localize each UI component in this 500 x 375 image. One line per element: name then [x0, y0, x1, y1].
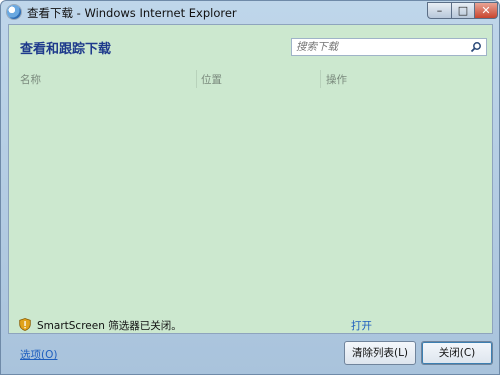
downloads-list — [11, 90, 490, 312]
close-window-button[interactable]: ✕ — [474, 2, 498, 19]
search-icon[interactable] — [470, 41, 482, 53]
ie-app-icon — [7, 5, 21, 19]
downloads-panel: 查看和跟踪下载 名称 位置 操作 SmartScreen 筛选器已关闭。 打开 — [8, 24, 493, 334]
shield-warning-icon — [19, 318, 31, 331]
close-button[interactable]: 关闭(C) — [421, 341, 493, 365]
smartscreen-turn-on-link[interactable]: 打开 — [351, 318, 372, 333]
column-header-name[interactable]: 名称 — [20, 72, 41, 87]
smartscreen-notice: SmartScreen 筛选器已关闭。 打开 — [19, 317, 479, 333]
clear-list-button[interactable]: 清除列表(L) — [344, 341, 416, 365]
column-divider — [320, 70, 321, 88]
window-title: 查看下载 - Windows Internet Explorer — [27, 6, 237, 20]
maximize-button[interactable]: □ — [451, 2, 475, 19]
column-header-location[interactable]: 位置 — [201, 72, 222, 87]
column-header-actions[interactable]: 操作 — [326, 72, 347, 87]
options-link[interactable]: 选项(O) — [20, 347, 57, 362]
page-title: 查看和跟踪下载 — [20, 42, 112, 57]
ie-download-window: 查看下载 - Windows Internet Explorer – □ ✕ 查… — [0, 0, 500, 375]
search-box[interactable] — [291, 38, 487, 56]
smartscreen-status-text: SmartScreen 筛选器已关闭。 — [37, 320, 182, 332]
title-bar[interactable]: 查看下载 - Windows Internet Explorer – □ ✕ — [1, 1, 499, 23]
column-divider — [196, 70, 197, 88]
minimize-button[interactable]: – — [427, 2, 452, 19]
search-input[interactable] — [292, 39, 468, 55]
